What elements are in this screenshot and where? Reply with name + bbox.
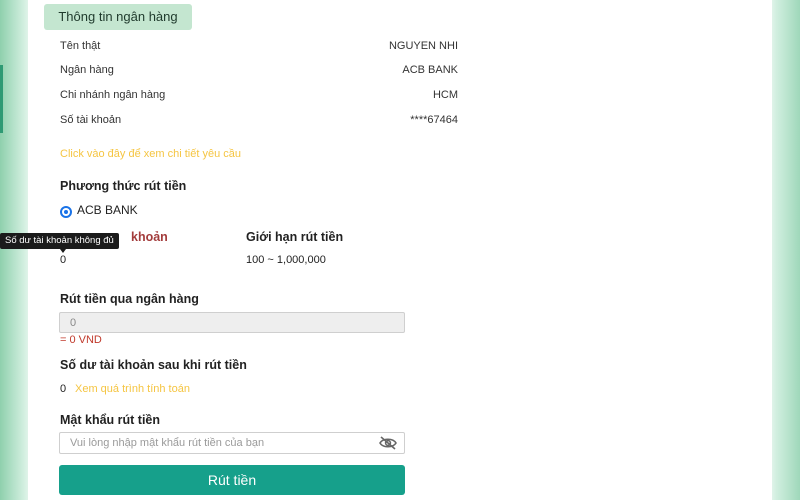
bank-withdraw-heading: Rút tiền qua ngân hàng xyxy=(60,292,199,306)
info-value: ACB BANK xyxy=(402,64,458,76)
request-detail-link[interactable]: Click vào đây để xem chi tiết yêu cầu xyxy=(60,148,241,160)
info-value: ****67464 xyxy=(410,114,458,126)
withdraw-submit-button[interactable]: Rút tiền xyxy=(59,465,405,495)
radio-selected[interactable] xyxy=(60,206,72,218)
bank-info-tag: Thông tin ngân hàng xyxy=(44,4,192,30)
eye-off-icon[interactable] xyxy=(378,435,398,451)
left-edge-accent xyxy=(0,65,3,133)
withdraw-limit-value: 100 ~ 1,000,000 xyxy=(246,254,326,266)
info-label: Ngân hàng xyxy=(60,64,114,76)
withdraw-amount-input[interactable]: 0 xyxy=(59,312,405,333)
method-option-label: ACB BANK xyxy=(77,203,138,217)
password-heading: Mật khẩu rút tiền xyxy=(60,413,161,427)
info-label: Chi nhánh ngân hàng xyxy=(60,89,166,101)
converted-amount: = 0 VND xyxy=(60,334,102,346)
info-label: Tên thật xyxy=(60,40,101,52)
balance-after-heading: Số dư tài khoản sau khi rút tiền xyxy=(60,358,247,372)
tooltip-arrow xyxy=(60,249,66,253)
account-balance-value: 0 xyxy=(60,254,67,266)
withdraw-limit-title: Giới hạn rút tiền xyxy=(246,230,344,244)
withdraw-method-heading: Phương thức rút tiền xyxy=(60,179,187,193)
info-value: HCM xyxy=(432,89,458,101)
info-row-branch: Chi nhánh ngân hàng HCM xyxy=(60,89,458,105)
insufficient-balance-tooltip: Số dư tài khoản không đủ xyxy=(0,233,119,249)
info-row-real-name: Tên thật NGUYEN NHI xyxy=(60,40,458,56)
info-row-bank: Ngân hàng ACB BANK xyxy=(60,64,458,80)
info-value: NGUYEN NHI xyxy=(388,40,458,52)
view-calculation-link[interactable]: Xem quá trình tính toán xyxy=(75,383,190,395)
balance-after-value: 0 xyxy=(60,383,67,395)
info-label: Số tài khoản xyxy=(60,114,122,126)
withdraw-password-input[interactable]: Vui lòng nhập mật khẩu rút tiền của bạn xyxy=(59,432,405,454)
info-row-account-number: Số tài khoản ****67464 xyxy=(60,114,458,130)
